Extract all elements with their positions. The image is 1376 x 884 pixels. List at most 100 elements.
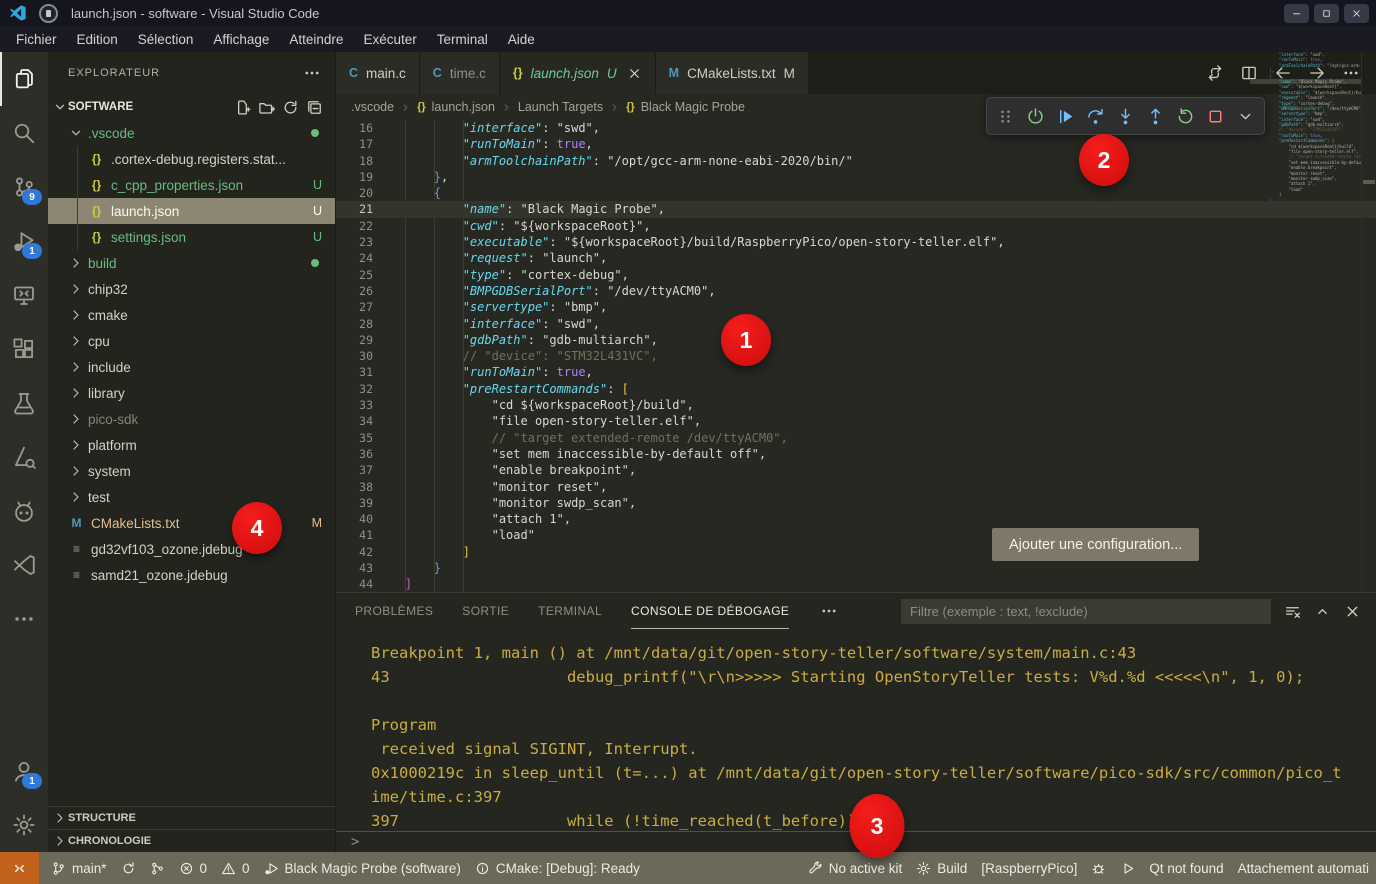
activity-explorer[interactable] bbox=[0, 52, 48, 106]
tree-item-cortex-debug-registers-stat[interactable]: {}.cortex-debug.registers.stat... bbox=[48, 146, 335, 172]
code-line[interactable]: 25 "type": "cortex-debug", bbox=[336, 267, 1376, 283]
refresh-icon[interactable] bbox=[282, 99, 299, 116]
tree-item-cmakelists-txt[interactable]: MCMakeLists.txtM bbox=[48, 510, 335, 536]
panel-tab-problemes[interactable]: PROBLÈMES bbox=[355, 593, 433, 629]
code-line[interactable]: 34 "file open-story-teller.elf", bbox=[336, 413, 1376, 429]
debug-drag-handle-button[interactable] bbox=[992, 102, 1019, 130]
clear-console-icon[interactable] bbox=[1284, 603, 1301, 620]
new-folder-icon[interactable] bbox=[258, 99, 275, 116]
code-line[interactable]: 29 "gdbPath": "gdb-multiarch", bbox=[336, 332, 1376, 348]
debug-power-button[interactable] bbox=[1022, 102, 1049, 130]
tree-item-pico-sdk[interactable]: pico-sdk bbox=[48, 406, 335, 432]
tree-item-chip32[interactable]: chip32 bbox=[48, 276, 335, 302]
sidebar-more-icon[interactable] bbox=[303, 64, 321, 82]
maximize-button[interactable] bbox=[1314, 4, 1339, 23]
tree-item-system[interactable]: system bbox=[48, 458, 335, 484]
activity-platformio[interactable] bbox=[0, 484, 48, 538]
code-line[interactable]: 35 // "target extended-remote /dev/ttyAC… bbox=[336, 430, 1376, 446]
minimize-button[interactable] bbox=[1284, 4, 1309, 23]
status-debug[interactable] bbox=[1084, 852, 1113, 884]
tree-item-include[interactable]: include bbox=[48, 354, 335, 380]
tree-item-platform[interactable]: platform bbox=[48, 432, 335, 458]
panel-tab-sortie[interactable]: SORTIE bbox=[462, 593, 509, 629]
code-line[interactable]: 44 ] bbox=[336, 576, 1376, 592]
status-remote[interactable] bbox=[0, 852, 39, 884]
code-line[interactable]: 27 "servertype": "bmp", bbox=[336, 299, 1376, 315]
status-run[interactable] bbox=[1113, 852, 1142, 884]
status-problems[interactable]: 0 bbox=[172, 852, 215, 884]
tab-main-c[interactable]: Cmain.c bbox=[336, 52, 420, 94]
code-line[interactable]: 26 "BMPGDBSerialPort": "/dev/ttyACM0", bbox=[336, 283, 1376, 299]
tree-item-build[interactable]: build bbox=[48, 250, 335, 276]
menu-aide[interactable]: Aide bbox=[498, 29, 545, 50]
breadcrumb-item[interactable]: Black Magic Probe bbox=[641, 100, 745, 114]
tab-time-c[interactable]: Ctime.c bbox=[420, 52, 500, 94]
status-branch[interactable]: main* bbox=[44, 852, 114, 884]
tree-item-settings-json[interactable]: {}settings.jsonU bbox=[48, 224, 335, 250]
chevron-up-icon[interactable] bbox=[1314, 603, 1331, 620]
tree-item-test[interactable]: test bbox=[48, 484, 335, 510]
activity-accounts[interactable]: 1 bbox=[0, 744, 48, 798]
menu-fichier[interactable]: Fichier bbox=[6, 29, 67, 50]
menu-executer[interactable]: Exécuter bbox=[353, 29, 426, 50]
sidebar-section-chronologie[interactable]: CHRONOLOGIE bbox=[48, 829, 335, 852]
status-git-graph[interactable] bbox=[143, 852, 172, 884]
panel-tab-console-de-debogage[interactable]: CONSOLE DE DÉBOGAGE bbox=[631, 593, 789, 629]
code-line[interactable]: 37 "enable breakpoint", bbox=[336, 462, 1376, 478]
sidebar-section-structure[interactable]: STRUCTURE bbox=[48, 806, 335, 829]
code-line[interactable]: 39 "monitor swdp_scan", bbox=[336, 495, 1376, 511]
menu-selection[interactable]: Sélection bbox=[128, 29, 204, 50]
code-line[interactable]: 32 "preRestartCommands": [ bbox=[336, 381, 1376, 397]
status-sync[interactable] bbox=[114, 852, 143, 884]
debug-step-over-button[interactable] bbox=[1082, 102, 1109, 130]
code-line[interactable]: 22 "cwd": "${workspaceRoot}", bbox=[336, 218, 1376, 234]
status-qt-status[interactable]: Qt not found bbox=[1142, 852, 1230, 884]
tree-item-samd21-ozone-jdebug[interactable]: ≡samd21_ozone.jdebug bbox=[48, 562, 335, 588]
code-editor[interactable]: 16 "interface": "swd",17 "runToMain": tr… bbox=[336, 120, 1376, 593]
code-line[interactable]: 38 "monitor reset", bbox=[336, 479, 1376, 495]
menu-atteindre[interactable]: Atteindre bbox=[279, 29, 353, 50]
code-line[interactable]: 31 "runToMain": true, bbox=[336, 364, 1376, 380]
workspace-section-header[interactable]: SOFTWARE bbox=[48, 94, 335, 120]
console-filter-input[interactable] bbox=[901, 599, 1271, 624]
activity-vs-extension[interactable] bbox=[0, 538, 48, 592]
panel-more-icon[interactable] bbox=[820, 602, 838, 620]
activity-testing[interactable] bbox=[0, 376, 48, 430]
debug-step-into-button[interactable] bbox=[1112, 102, 1139, 130]
close-icon[interactable] bbox=[627, 66, 642, 81]
status-auto-attach[interactable]: Attachement automati bbox=[1231, 852, 1376, 884]
code-line[interactable]: 19 }, bbox=[336, 169, 1376, 185]
menu-terminal[interactable]: Terminal bbox=[427, 29, 498, 50]
tree-item-library[interactable]: library bbox=[48, 380, 335, 406]
code-line[interactable]: 33 "cd ${workspaceRoot}/build", bbox=[336, 397, 1376, 413]
menu-edition[interactable]: Edition bbox=[67, 29, 128, 50]
tree-item-c-cpp-properties-json[interactable]: {}c_cpp_properties.jsonU bbox=[48, 172, 335, 198]
status-launch-target[interactable]: [RaspberryPico] bbox=[974, 852, 1084, 884]
add-configuration-button[interactable]: Ajouter une configuration... bbox=[992, 528, 1199, 561]
activity-cmake[interactable] bbox=[0, 430, 48, 484]
open-changes-icon[interactable] bbox=[1206, 64, 1224, 82]
code-line[interactable]: 42 ] bbox=[336, 544, 1376, 560]
activity-remote-explorer[interactable] bbox=[0, 268, 48, 322]
code-line[interactable]: 21 "name": "Black Magic Probe", bbox=[336, 201, 1376, 217]
debug-restart-button[interactable] bbox=[1172, 102, 1199, 130]
collapse-all-icon[interactable] bbox=[306, 99, 323, 116]
tree-item-cpu[interactable]: cpu bbox=[48, 328, 335, 354]
code-line[interactable]: 40 "attach 1", bbox=[336, 511, 1376, 527]
status-cmake-status[interactable]: CMake: [Debug]: Ready bbox=[468, 852, 647, 884]
code-line[interactable]: 17 "runToMain": true, bbox=[336, 136, 1376, 152]
code-line[interactable]: 24 "request": "launch", bbox=[336, 250, 1376, 266]
code-line[interactable]: 28 "interface": "swd", bbox=[336, 316, 1376, 332]
tab-launch-json[interactable]: {}launch.jsonU bbox=[500, 52, 656, 94]
code-line[interactable]: 43 } bbox=[336, 560, 1376, 576]
activity-source-control[interactable]: 9 bbox=[0, 160, 48, 214]
menu-affichage[interactable]: Affichage bbox=[203, 29, 279, 50]
activity-search[interactable] bbox=[0, 106, 48, 160]
tree-item-gd32vf103-ozone-jdebug[interactable]: ≡gd32vf103_ozone.jdebug bbox=[48, 536, 335, 562]
tab-cmakelists-txt[interactable]: MCMakeLists.txtM bbox=[656, 52, 809, 94]
status-debug-target[interactable]: Black Magic Probe (software) bbox=[257, 852, 468, 884]
debug-stop-button[interactable] bbox=[1202, 102, 1229, 130]
breadcrumb-item[interactable]: .vscode bbox=[351, 100, 394, 114]
debug-more-debug-button[interactable] bbox=[1232, 102, 1259, 130]
status-cmake-build[interactable]: Build bbox=[909, 852, 974, 884]
